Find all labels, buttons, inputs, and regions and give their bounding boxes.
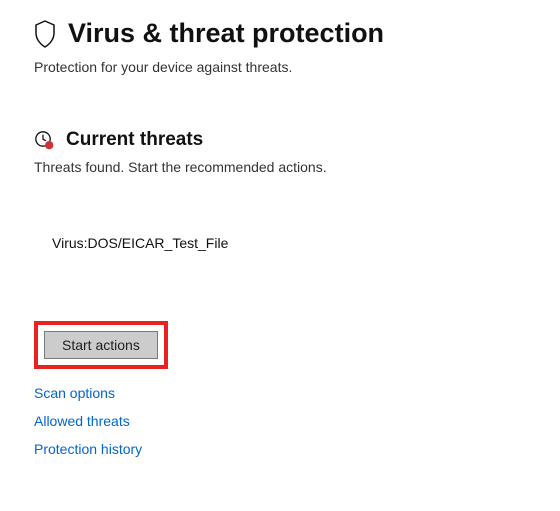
threat-name: Virus:DOS/EICAR_Test_File: [52, 235, 228, 251]
current-threats-subtitle: Threats found. Start the recommended act…: [34, 159, 550, 175]
shield-icon: [34, 20, 56, 48]
page-header: Virus & threat protection: [34, 18, 550, 49]
section-header: Current threats: [34, 129, 550, 151]
threat-item[interactable]: Virus:DOS/EICAR_Test_File: [34, 235, 550, 253]
links-group: Scan options Allowed threats Protection …: [34, 385, 550, 457]
protection-history-link[interactable]: Protection history: [34, 441, 142, 457]
current-threats-title: Current threats: [66, 129, 203, 151]
start-actions-highlight: Start actions: [34, 321, 168, 369]
scan-options-link[interactable]: Scan options: [34, 385, 115, 401]
page-title: Virus & threat protection: [68, 18, 384, 49]
clock-alert-icon: [34, 130, 54, 150]
start-actions-button[interactable]: Start actions: [44, 331, 158, 359]
allowed-threats-link[interactable]: Allowed threats: [34, 413, 130, 429]
page-subtitle: Protection for your device against threa…: [34, 59, 550, 75]
